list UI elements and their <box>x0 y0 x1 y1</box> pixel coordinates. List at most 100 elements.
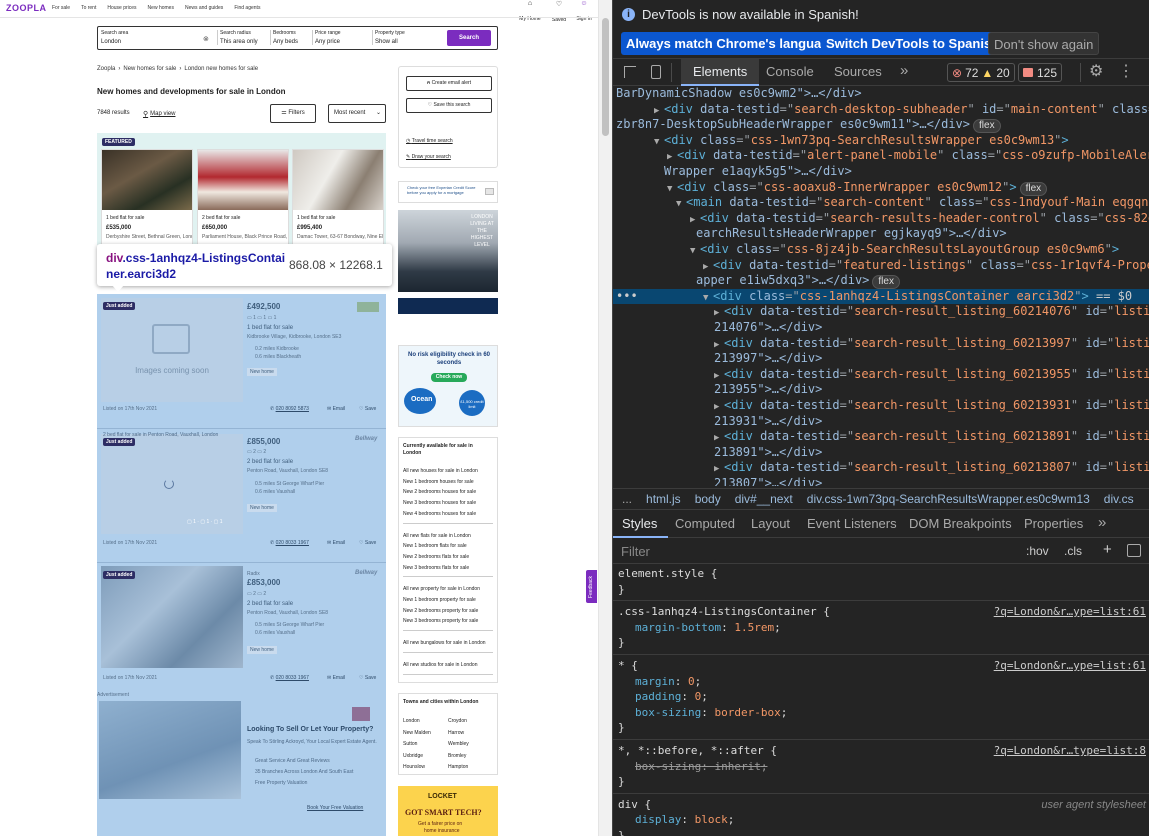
save-button[interactable]: ♡ Save <box>359 675 376 681</box>
more-tabs-icon[interactable]: » <box>900 62 908 79</box>
nav-link[interactable]: To rent <box>81 5 96 11</box>
dom-node[interactable]: 214076">…</div> <box>613 320 1149 336</box>
scrollbar-thumb[interactable] <box>602 18 609 136</box>
dom-node[interactable]: Wrapper e1aqyk5g5">…</div> <box>613 164 1149 180</box>
nav-link[interactable]: News and guides <box>185 5 223 11</box>
css-rule-selector[interactable]: *, *::before, *::after {?q=London&r…type… <box>613 744 1149 758</box>
styles-subtab[interactable]: Computed <box>675 516 735 531</box>
search-radius-select[interactable]: Search radius This area only <box>217 30 267 45</box>
save-search-button[interactable]: ♡ Save this search <box>406 98 492 113</box>
search-button[interactable]: Search <box>447 30 491 46</box>
breadcrumb-node[interactable]: html.js <box>646 492 681 506</box>
dom-node[interactable]: ▶ <div data-testid="search-result_listing… <box>613 429 1149 445</box>
dom-node[interactable]: ▶ <div data-testid="search-desktop-subhea… <box>613 102 1149 118</box>
dom-node[interactable]: 213997">…</div> <box>613 351 1149 367</box>
sale-link[interactable]: New 1 bedroom flats for sale <box>403 543 467 549</box>
issues-button[interactable]: 125 <box>1018 63 1063 82</box>
css-source-link[interactable]: ?q=London&r…ype=list:61 <box>994 659 1146 673</box>
sale-link[interactable]: All new studios for sale in London <box>403 662 478 668</box>
town-link[interactable]: London <box>403 718 420 724</box>
css-rule-selector[interactable]: .css-1anhqz4-ListingsContainer {?q=Londo… <box>613 605 1149 619</box>
dom-node[interactable]: ▼ <div class="css-aoaxu8-InnerWrapper es0… <box>613 180 1149 196</box>
css-source-link[interactable]: ?q=London&r…ype=list:61 <box>994 605 1146 619</box>
advert-card[interactable]: Looking To Sell Or Let Your Property? Sp… <box>97 699 386 817</box>
sort-select[interactable]: Most recent ⌄ <box>328 104 386 123</box>
email-button[interactable]: ✉ Email <box>327 540 345 546</box>
ocean-advert[interactable]: No risk eligibility check in 60 seconds … <box>398 345 498 427</box>
nav-link[interactable]: House prices <box>107 5 136 11</box>
css-property[interactable]: display: block; <box>613 813 1149 827</box>
sale-link[interactable]: New 1 bedroom houses for sale <box>403 479 474 485</box>
flex-badge[interactable]: flex <box>1019 181 1048 196</box>
filters-button[interactable]: ⚌ Filters <box>270 104 316 123</box>
sidebar-toggle-icon[interactable] <box>1127 544 1141 557</box>
device-toolbar-icon[interactable] <box>651 65 661 79</box>
dom-node[interactable]: ▶ <div data-testid="search-result_listing… <box>613 398 1149 414</box>
featured-card[interactable]: 1 bed flat for sale £535,000 Derbyshire … <box>101 149 193 245</box>
email-button[interactable]: ✉ Email <box>327 675 345 681</box>
dom-tree-scrollbar[interactable] <box>1144 86 1149 486</box>
styles-subtab[interactable]: Properties <box>1024 516 1083 531</box>
css-rule-selector[interactable]: div {user agent stylesheet <box>613 798 1149 812</box>
dom-node[interactable]: ▶ <div data-testid="search-result_listing… <box>613 336 1149 352</box>
sale-link[interactable]: New 2 bedrooms property for sale <box>403 608 478 614</box>
dom-node[interactable]: ▶ <div data-testid="search-result_listing… <box>613 367 1149 383</box>
dom-node[interactable]: ▼ <main data-testid="search-content" clas… <box>613 195 1149 211</box>
town-link[interactable]: New Malden <box>403 730 431 736</box>
cls-toggle[interactable]: .cls <box>1064 544 1082 558</box>
dom-node[interactable]: ▶ <div data-testid="search-result_listing… <box>613 460 1149 476</box>
featured-card[interactable]: 2 bed flat for sale £650,000 Parliament … <box>197 149 289 245</box>
flex-badge[interactable]: flex <box>872 275 900 290</box>
email-button[interactable]: ✉ Email <box>327 406 345 412</box>
sale-link[interactable]: All new bungalows for sale in London <box>403 640 486 646</box>
tab-sources[interactable]: Sources <box>834 59 882 85</box>
call-button[interactable]: ✆ 020 8092 5873 <box>270 406 309 412</box>
town-link[interactable]: Croydon <box>448 718 467 724</box>
listing-card[interactable]: 2 bed flat for sale in Penton Road, Vaux… <box>97 430 386 552</box>
feedback-tab[interactable]: Feedback <box>586 570 597 603</box>
featured-card[interactable]: 1 bed flat for sale £995,400 Damac Tower… <box>292 149 384 245</box>
kebab-menu-icon[interactable]: ⋮ <box>1118 61 1134 81</box>
travel-time-link[interactable]: ◷ Travel time search <box>406 138 453 144</box>
call-button[interactable]: ✆ 020 8033 1967 <box>270 540 309 546</box>
css-property[interactable]: margin: 0; <box>613 675 1149 689</box>
create-email-alert-button[interactable]: ⍾ Create email alert <box>406 76 492 91</box>
page-scrollbar[interactable] <box>598 0 612 836</box>
town-link[interactable]: Hounslow <box>403 764 425 770</box>
more-tabs-icon[interactable]: » <box>1098 514 1106 531</box>
inspect-element-icon[interactable] <box>624 66 636 78</box>
css-source-link[interactable]: ?q=London&r…type=list:8 <box>994 744 1146 758</box>
draw-search-link[interactable]: ✎ Draw your search <box>406 154 451 160</box>
breadcrumb-item[interactable]: Zoopla <box>97 66 115 72</box>
breadcrumb-node[interactable]: ... <box>622 492 632 506</box>
my-home-link[interactable]: ⌂ My Home <box>518 0 542 25</box>
clear-icon[interactable]: ⊗ <box>203 35 209 43</box>
town-link[interactable]: Sutton <box>403 741 417 747</box>
sale-link[interactable]: All new property for sale in London <box>403 586 480 592</box>
sale-link[interactable]: New 3 bedrooms houses for sale <box>403 500 476 506</box>
town-link[interactable]: Bromley <box>448 753 466 759</box>
dom-node[interactable]: ▶ <div data-testid="search-results-header… <box>613 211 1149 227</box>
css-source-link[interactable]: user agent stylesheet <box>1041 798 1146 812</box>
property-type-select[interactable]: Property type Show all <box>372 30 440 45</box>
town-link[interactable]: Uxbridge <box>403 753 423 759</box>
switch-language-button[interactable]: Switch DevTools to Spanish <box>821 32 1005 55</box>
save-button[interactable]: ♡ Save <box>359 540 376 546</box>
flex-badge[interactable]: flex <box>973 119 1001 134</box>
saved-link[interactable]: ♡ Saved <box>549 0 569 26</box>
sign-in-link[interactable]: ☺ Sign in <box>574 0 594 25</box>
sale-link[interactable]: New 4 bedrooms houses for sale <box>403 511 476 517</box>
map-view-link[interactable]: ⚲ Map view <box>143 110 175 118</box>
save-button[interactable]: ♡ Save <box>359 406 376 412</box>
dont-show-again-button[interactable]: Don't show again <box>988 32 1100 55</box>
experian-banner[interactable]: Check your free Experian Credit Score be… <box>398 181 498 203</box>
breadcrumb-node[interactable]: div.cs <box>1104 492 1134 506</box>
sale-link[interactable]: All new flats for sale in London <box>403 533 471 539</box>
sky-advert[interactable] <box>398 298 498 314</box>
bedrooms-select[interactable]: Bedrooms Any beds <box>270 30 314 45</box>
listing-card[interactable]: Images coming soon Just added £492,500 ▭… <box>97 294 386 418</box>
tab-elements[interactable]: Elements <box>681 59 760 86</box>
styles-filter-input[interactable]: Filter :hov .cls + <box>613 538 1149 564</box>
css-property[interactable]: margin-bottom: 1.5rem; <box>613 621 1149 635</box>
nav-link[interactable]: Find agents <box>234 5 260 11</box>
